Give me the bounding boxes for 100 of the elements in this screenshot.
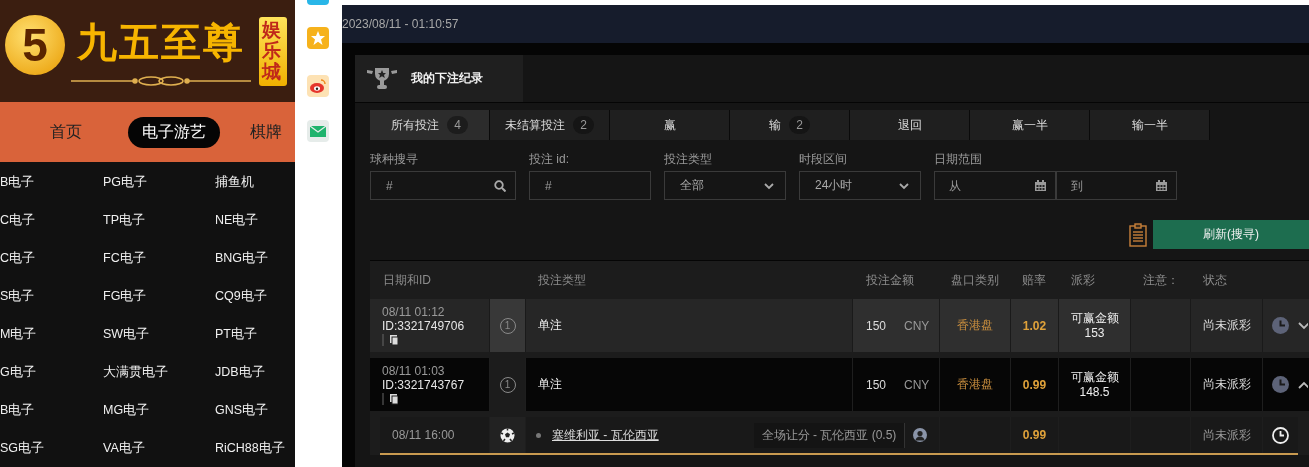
user-icon [913, 428, 928, 442]
calendar-icon [1034, 180, 1046, 191]
game-link[interactable]: C电子 [0, 249, 103, 267]
currency: CNY [904, 377, 930, 392]
logo-text: 九五至尊 [77, 19, 245, 66]
filter-tab[interactable]: 赢一半 [970, 110, 1090, 140]
odds-format: 香港盘 [957, 317, 993, 334]
filter-tab[interactable]: 所有投注 4 [370, 110, 490, 140]
bet-id: ID:3321743767 [382, 378, 465, 392]
weibo-icon[interactable] [307, 75, 329, 97]
filter-tab[interactable]: 退回 [850, 110, 970, 140]
column-header: 赔率 [1021, 271, 1047, 289]
copy-icon[interactable] [382, 334, 398, 346]
bet-id: ID:3321749706 [382, 319, 465, 333]
game-link[interactable]: PG电子 [103, 173, 215, 191]
odds-value: 0.99 [1022, 428, 1047, 442]
game-link[interactable]: FG电子 [103, 287, 215, 305]
field-label: 投注 id: [529, 151, 570, 168]
payout-value: 153 [1084, 325, 1105, 341]
game-link[interactable]: S电子 [0, 287, 103, 305]
id-field[interactable]: # [529, 171, 651, 200]
clipboard-icon[interactable] [1129, 222, 1147, 247]
mail-icon[interactable] [307, 120, 329, 142]
filter-tab[interactable]: 赢 [610, 110, 730, 140]
game-link[interactable]: RiCH88电子 [215, 439, 295, 457]
stake-amount: 150 [866, 377, 887, 392]
clock-icon [1271, 317, 1289, 334]
game-link[interactable]: C电子 [0, 211, 103, 229]
game-link[interactable]: NE电子 [215, 211, 295, 229]
game-link[interactable]: G电子 [0, 363, 103, 381]
bet-date: 08/11 01:03 [382, 364, 445, 378]
bet-date: 08/11 01:12 [382, 305, 445, 319]
select-field[interactable]: 全部 [664, 171, 786, 200]
search-icon [494, 180, 506, 192]
title-tab[interactable]: 我的下注纪录 [355, 55, 523, 102]
soccer-ball-icon [500, 427, 515, 443]
game-link[interactable]: 捕鱼机 [215, 173, 295, 191]
game-link[interactable]: B电子 [0, 173, 103, 191]
column-header: 投注类型 [537, 271, 587, 289]
column-header: 日期和ID [382, 271, 432, 289]
filter-tab[interactable]: 未结算投注 2 [490, 110, 610, 140]
chevron-down-icon [898, 180, 910, 191]
game-link[interactable]: SW电子 [103, 325, 215, 343]
clock-icon [1271, 376, 1289, 393]
game-link[interactable]: GNS电子 [215, 401, 295, 419]
game-link[interactable]: B电子 [0, 401, 103, 419]
bet-status: 尚未派彩 [1202, 426, 1251, 444]
game-link[interactable]: VA电子 [103, 439, 215, 457]
match-link[interactable]: 塞维利亚 - 瓦伦西亚 [552, 426, 659, 444]
game-link[interactable]: FC电子 [103, 249, 215, 267]
field-label: 投注类型 [664, 151, 713, 168]
odds-format: 香港盘 [957, 376, 993, 393]
currency: CNY [904, 318, 930, 333]
column-header: 盘口类别 [950, 271, 1000, 289]
column-header: 状态 [1202, 271, 1228, 289]
select-field[interactable]: 24小时 [799, 171, 921, 200]
nav-item[interactable]: 棋牌 [250, 116, 282, 148]
trophy-icon [367, 65, 397, 92]
game-link[interactable]: BNG电子 [215, 249, 295, 267]
count-badge: 2 [573, 116, 594, 134]
date-field[interactable]: 到 [1055, 171, 1177, 200]
column-header: 注意： [1142, 271, 1180, 289]
logo-badge: 娱乐城 [259, 17, 287, 86]
date-field[interactable]: 从 [934, 171, 1056, 200]
search-field[interactable]: # [370, 171, 516, 200]
clock-icon [1272, 426, 1289, 444]
odds-value: 1.02 [1022, 318, 1047, 333]
payout-label: 可赢金额 [1070, 369, 1119, 385]
selection-tag: 全场让分 - 瓦伦西亚 (0.5) [753, 422, 906, 448]
bet-type: 单注 [526, 358, 853, 411]
date-time: 2023/08/11 - 01:10:57 [342, 17, 459, 31]
count-badge: 4 [447, 116, 468, 134]
chevron-down-icon [763, 180, 775, 191]
panel-title: 我的下注纪录 [411, 70, 483, 87]
field-label: 球种搜寻 [370, 151, 419, 168]
game-link[interactable]: SG电子 [0, 439, 103, 457]
game-link[interactable]: M电子 [0, 325, 103, 343]
nav-item[interactable]: 电子游艺 [128, 116, 220, 148]
column-header: 投注金额 [865, 271, 915, 289]
payout-label: 可赢金额 [1070, 310, 1119, 326]
copy-icon[interactable] [382, 393, 398, 405]
stake-amount: 150 [866, 318, 887, 333]
game-link[interactable]: MG电子 [103, 401, 215, 419]
game-link[interactable]: TP电子 [103, 211, 215, 229]
game-link[interactable]: 大满贯电子 [103, 363, 215, 381]
nav-item[interactable]: 首页 [50, 116, 82, 148]
bet-status: 尚未派彩 [1202, 317, 1251, 334]
refresh-button[interactable]: 刷新(搜寻) [1153, 220, 1309, 249]
count-badge: 2 [789, 116, 810, 134]
game-link[interactable]: PT电子 [215, 325, 295, 343]
bet-row[interactable]: 08/11 01:03 ID:3321743767 1 单注 150 CNY 香港盘 0.99 可赢金额 148.5 尚未派彩 [370, 358, 1309, 411]
filter-tab[interactable]: 输一半 [1090, 110, 1210, 140]
bet-row[interactable]: 08/11 01:12 ID:3321749706 1 单注 150 CNY 香港盘 1.02 可赢金额 153 尚未派彩 [370, 299, 1309, 352]
bet-status: 尚未派彩 [1202, 376, 1251, 393]
field-label: 时段区间 [799, 151, 848, 168]
filter-tab[interactable]: 输 2 [730, 110, 850, 140]
game-link[interactable]: JDB电子 [215, 363, 295, 381]
game-link[interactable]: CQ9电子 [215, 287, 295, 305]
payout-value: 148.5 [1079, 384, 1110, 400]
field-label: 日期范围 [934, 151, 983, 168]
